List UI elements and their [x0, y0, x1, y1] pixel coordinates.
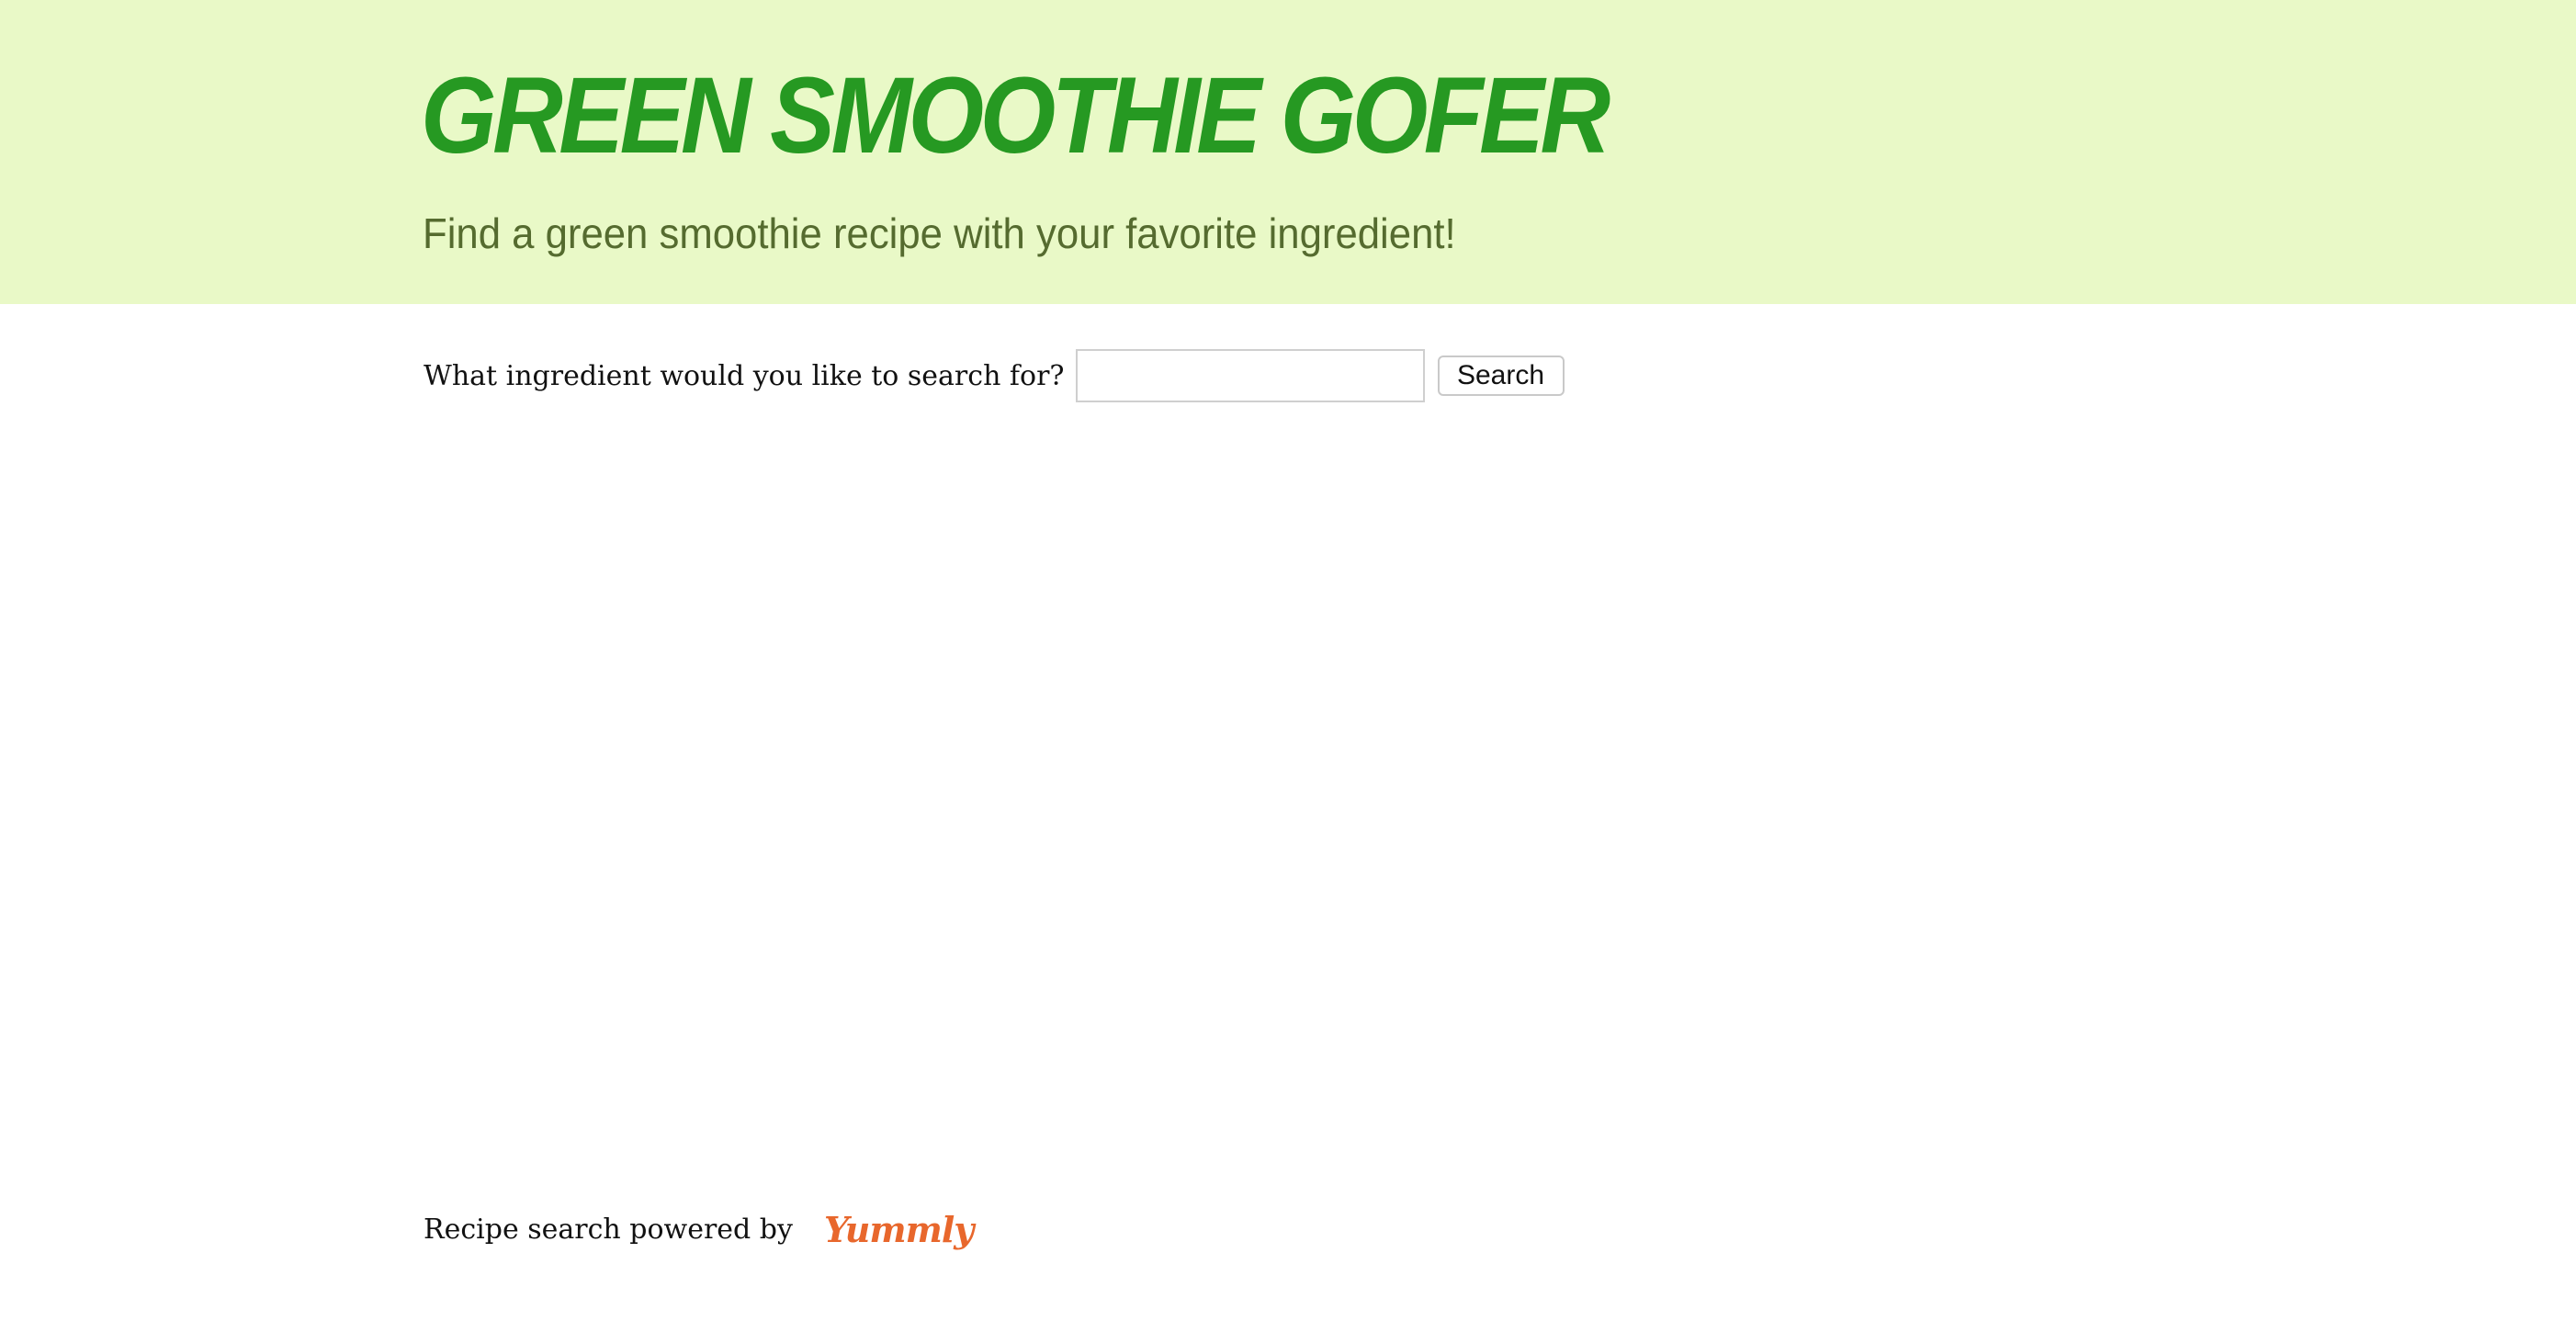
search-form: What ingredient would you like to search…	[424, 347, 1565, 404]
site-title: GREEN SMOOTHIE GOFER	[421, 55, 1610, 176]
site-header: GREEN SMOOTHIE GOFER Find a green smooth…	[0, 0, 2576, 304]
ingredient-search-input[interactable]	[1075, 349, 1425, 402]
search-button[interactable]: Search	[1437, 356, 1565, 396]
site-footer: Recipe search powered by Yummly	[424, 1209, 974, 1250]
site-tagline: Find a green smoothie recipe with your f…	[423, 209, 1456, 257]
powered-by-text: Recipe search powered by	[424, 1213, 793, 1246]
yummly-logo[interactable]: Yummly	[824, 1209, 974, 1250]
search-label: What ingredient would you like to search…	[424, 359, 1065, 392]
